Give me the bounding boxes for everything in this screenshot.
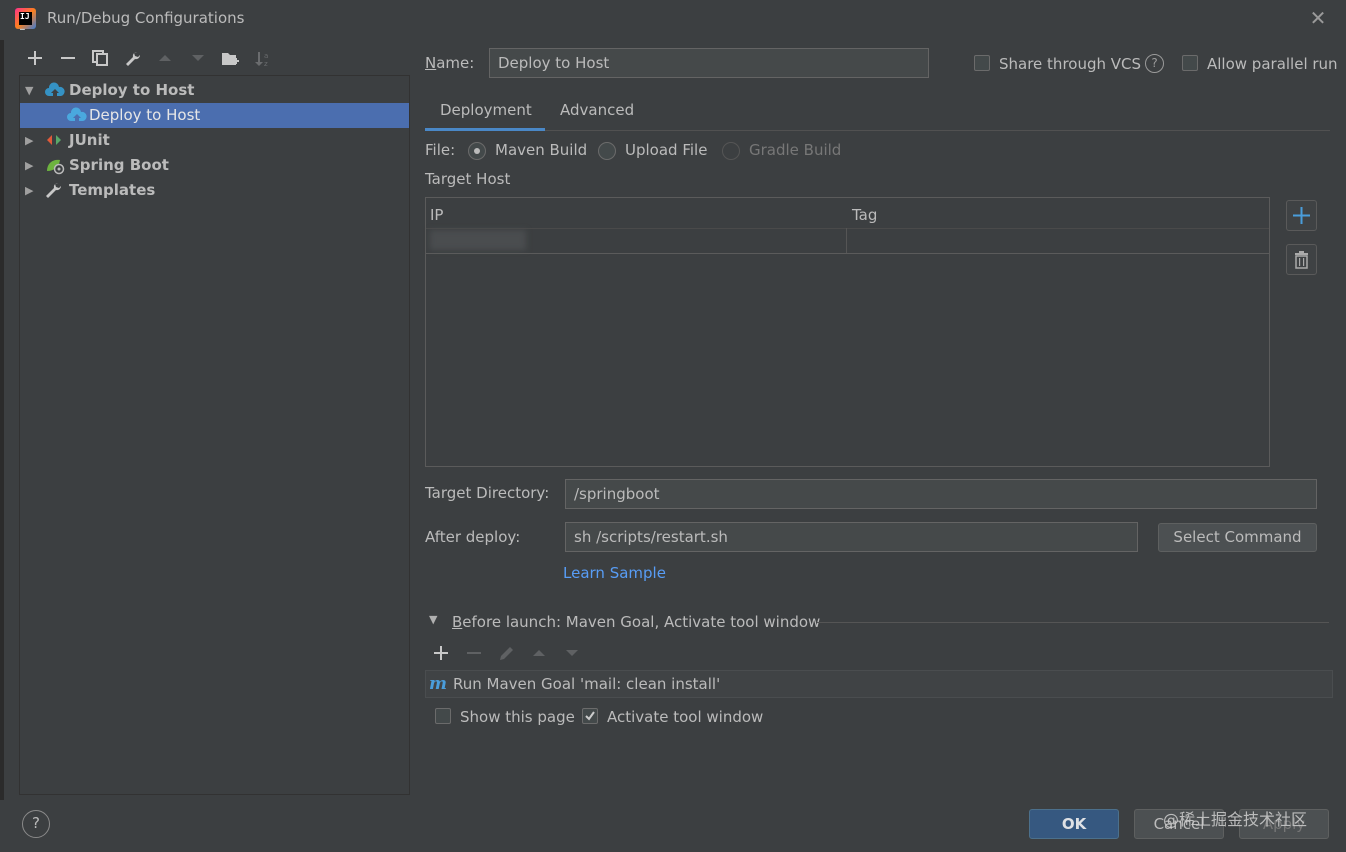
intellij-logo-icon: IJ _ bbox=[15, 8, 36, 30]
move-task-down-icon[interactable] bbox=[564, 645, 580, 665]
delete-host-button[interactable] bbox=[1286, 244, 1317, 275]
tree-item-label: Templates bbox=[69, 181, 156, 199]
gradle-build-radio[interactable] bbox=[722, 142, 740, 160]
junit-icon bbox=[45, 132, 63, 149]
maven-build-radio[interactable] bbox=[468, 142, 486, 160]
select-command-button[interactable]: Select Command bbox=[1158, 523, 1317, 552]
move-up-icon[interactable] bbox=[154, 48, 176, 70]
collapsed-arrow-icon[interactable]: ▶ bbox=[25, 178, 37, 203]
svg-text:a: a bbox=[264, 52, 268, 60]
column-header-ip[interactable]: IP bbox=[430, 206, 443, 224]
edit-task-icon[interactable] bbox=[498, 645, 516, 667]
name-label: Name: bbox=[425, 54, 475, 72]
add-icon[interactable] bbox=[24, 48, 46, 70]
add-task-icon[interactable] bbox=[433, 645, 449, 665]
svg-text:z: z bbox=[264, 60, 268, 68]
wrench-icon[interactable] bbox=[122, 48, 144, 70]
before-launch-task-row[interactable]: m Run Maven Goal 'mail: clean install' bbox=[425, 670, 1333, 698]
maven-build-label: Maven Build bbox=[495, 141, 588, 159]
column-divider bbox=[846, 228, 847, 253]
show-page-checkbox[interactable] bbox=[435, 708, 451, 724]
header-divider bbox=[426, 228, 1269, 229]
share-vcs-checkbox[interactable] bbox=[974, 55, 990, 71]
row-divider bbox=[426, 253, 1269, 254]
name-input[interactable] bbox=[489, 48, 929, 78]
window-title: Run/Debug Configurations bbox=[47, 9, 245, 27]
target-directory-label: Target Directory: bbox=[425, 484, 550, 502]
tree-item-templates[interactable]: ▶ Templates bbox=[20, 178, 409, 203]
watermark-text: @稀土掘金技术社区 bbox=[1163, 810, 1308, 829]
tabs-divider bbox=[425, 130, 1330, 131]
left-edge-strip bbox=[0, 40, 4, 800]
sort-icon[interactable]: az bbox=[252, 48, 274, 70]
column-header-tag[interactable]: Tag bbox=[852, 206, 877, 224]
learn-sample-link[interactable]: Learn Sample bbox=[563, 564, 666, 582]
remove-task-icon[interactable] bbox=[466, 645, 482, 665]
tree-item-junit[interactable]: ▶ JUnit bbox=[20, 128, 409, 153]
help-icon[interactable]: ? bbox=[1145, 54, 1164, 73]
copy-icon[interactable] bbox=[89, 48, 111, 70]
wrench-icon bbox=[45, 182, 63, 199]
tree-item-label: Deploy to Host bbox=[89, 106, 201, 124]
move-down-icon[interactable] bbox=[187, 48, 209, 70]
spring-boot-icon bbox=[45, 157, 65, 175]
tree-item-label: Spring Boot bbox=[69, 156, 169, 174]
ok-button[interactable]: OK bbox=[1029, 809, 1119, 839]
after-deploy-label: After deploy: bbox=[425, 528, 521, 546]
checkmark-icon bbox=[585, 711, 595, 721]
new-folder-icon[interactable] bbox=[219, 48, 241, 70]
activate-tool-window-checkbox[interactable] bbox=[582, 708, 598, 724]
upload-file-label: Upload File bbox=[625, 141, 708, 159]
task-label: Run Maven Goal 'mail: clean install' bbox=[453, 675, 721, 693]
active-tab-indicator bbox=[425, 128, 545, 131]
cloud-deploy-icon bbox=[67, 107, 87, 124]
add-host-button[interactable] bbox=[1286, 200, 1317, 231]
before-launch-label[interactable]: Before launch: Maven Goal, Activate tool… bbox=[452, 613, 820, 631]
tree-item-deploy-to-host[interactable]: Deploy to Host bbox=[20, 103, 409, 128]
collapse-arrow-icon[interactable]: ▼ bbox=[429, 613, 437, 626]
target-host-label: Target Host bbox=[425, 170, 511, 188]
maven-icon: m bbox=[429, 674, 447, 694]
target-host-table[interactable]: IP Tag bbox=[425, 197, 1270, 467]
after-deploy-input[interactable] bbox=[565, 522, 1138, 552]
blurred-ip-cell[interactable] bbox=[430, 230, 526, 250]
collapsed-arrow-icon[interactable]: ▶ bbox=[25, 128, 37, 153]
help-button[interactable]: ? bbox=[22, 810, 50, 838]
file-label: File: bbox=[425, 141, 456, 159]
tab-advanced[interactable]: Advanced bbox=[560, 101, 634, 119]
remove-icon[interactable] bbox=[57, 48, 79, 70]
close-icon[interactable]: ✕ bbox=[1306, 6, 1330, 30]
collapsed-arrow-icon[interactable]: ▶ bbox=[25, 153, 37, 178]
move-task-up-icon[interactable] bbox=[531, 645, 547, 665]
tree-item-deploy-to-host-group[interactable]: ▼ Deploy to Host bbox=[20, 78, 409, 103]
target-directory-input[interactable] bbox=[565, 479, 1317, 509]
configuration-tree[interactable]: ▼ Deploy to Host Deploy to Host ▶ JUnit … bbox=[19, 75, 410, 795]
title-bar: IJ _ Run/Debug Configurations ✕ bbox=[0, 0, 1346, 38]
tree-item-label: Deploy to Host bbox=[69, 81, 195, 99]
upload-file-radio[interactable] bbox=[598, 142, 616, 160]
before-launch-divider bbox=[817, 622, 1329, 623]
tree-item-label: JUnit bbox=[69, 131, 110, 149]
share-vcs-label: Share through VCS bbox=[999, 55, 1142, 73]
expanded-arrow-icon[interactable]: ▼ bbox=[25, 78, 37, 103]
activate-tool-window-label: Activate tool window bbox=[607, 708, 764, 726]
cloud-deploy-icon bbox=[45, 82, 65, 99]
tree-item-spring-boot[interactable]: ▶ Spring Boot bbox=[20, 153, 409, 178]
gradle-build-label: Gradle Build bbox=[749, 141, 842, 159]
allow-parallel-checkbox[interactable] bbox=[1182, 55, 1198, 71]
show-page-label: Show this page bbox=[460, 708, 575, 726]
tab-deployment[interactable]: Deployment bbox=[440, 101, 532, 119]
allow-parallel-label: Allow parallel run bbox=[1207, 55, 1338, 73]
